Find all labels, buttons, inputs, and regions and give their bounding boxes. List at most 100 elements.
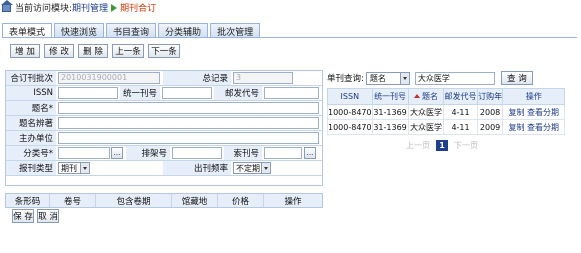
- type-label: 报刊类型: [6, 161, 56, 175]
- search-field-select[interactable]: 题名: [365, 71, 410, 85]
- call-picker-button[interactable]: ...: [304, 147, 316, 159]
- postal-field[interactable]: [264, 87, 319, 99]
- col-postal[interactable]: 邮发代号: [443, 88, 478, 105]
- form-row-batch: 合订刊批次 2010031900001 总记录 3: [6, 71, 322, 86]
- home-icon: [1, 0, 13, 12]
- cn-label: 统一刊号: [120, 86, 160, 100]
- type-select[interactable]: 期刊: [58, 162, 90, 174]
- breadcrumb-link[interactable]: 期刊管理: [72, 1, 108, 14]
- issn-label: ISSN: [6, 86, 56, 100]
- cancel-button[interactable]: 取 消: [37, 209, 59, 223]
- next-record-button[interactable]: 下一条: [148, 44, 180, 58]
- results-table: ISSN 统一刊号 题名 邮发代号 订购年 操作 1000-8470 31-13…: [327, 88, 565, 135]
- form-spacer: [6, 176, 322, 185]
- breadcrumb: 当前访问模块: 期刊管理 期刊合订: [1, 0, 157, 14]
- results-header-row: ISSN 统一刊号 题名 邮发代号 订购年 操作: [327, 88, 565, 105]
- delete-button[interactable]: 删 除: [78, 44, 108, 58]
- volume-grid-header: 条形码 卷号 包含卷期 馆藏地 价格 操作: [5, 193, 323, 208]
- cell-issn: 1000-8470: [327, 104, 373, 120]
- type-select-value: 期刊: [61, 163, 77, 173]
- pager: 上一页 1 下一页: [406, 140, 478, 151]
- form-row-issn: ISSN 统一刊号 邮发代号: [6, 86, 322, 101]
- current-page[interactable]: 1: [436, 140, 448, 151]
- edit-button[interactable]: 修 改: [44, 44, 74, 58]
- class-field[interactable]: [58, 147, 110, 159]
- sort-asc-icon: [413, 94, 420, 98]
- postal-label: 邮发代号: [214, 86, 262, 100]
- search-field-value: 题名: [369, 73, 386, 83]
- form-row-type: 报刊类型 期刊 出刊频率 不定期: [6, 161, 322, 176]
- view-issues-link[interactable]: 查看分期: [527, 123, 559, 132]
- cell-postal: 4-11: [443, 104, 478, 120]
- cell-title: 大众医学: [407, 119, 445, 135]
- tab-bar: 表单模式 快速浏览 书目查询 分类辅助 批次管理: [2, 23, 262, 38]
- table-row[interactable]: 1000-8470 31-1369 大众医学 4-11 2008 复制 查看分期: [327, 104, 565, 120]
- cell-cn: 31-1369: [371, 119, 409, 135]
- shelf-label: 排架号: [126, 146, 170, 160]
- tab-class-assist[interactable]: 分类辅助: [158, 23, 209, 38]
- freq-select[interactable]: 不定期: [233, 162, 271, 174]
- chevron-down-icon: [399, 72, 409, 84]
- issn-field[interactable]: [58, 87, 118, 99]
- copy-link[interactable]: 复制: [508, 123, 524, 132]
- publisher-label: 主办单位: [6, 131, 56, 145]
- tab-batch-manage[interactable]: 批次管理: [210, 23, 261, 38]
- form-actions: 保 存 取 消: [12, 209, 63, 223]
- cell-actions: 复制 查看分期: [502, 104, 565, 120]
- call-field[interactable]: [264, 147, 302, 159]
- total-field[interactable]: 3: [233, 72, 293, 84]
- total-label: 总记录: [163, 71, 231, 85]
- view-issues-link[interactable]: 查看分期: [527, 108, 559, 117]
- freq-select-value: 不定期: [236, 163, 260, 173]
- grid-col-price: 价格: [218, 194, 264, 207]
- copy-link[interactable]: 复制: [508, 108, 524, 117]
- class-label: 分类号*: [6, 146, 56, 160]
- class-picker-button[interactable]: ...: [111, 147, 123, 159]
- grid-col-location: 馆藏地: [172, 194, 218, 207]
- search-button[interactable]: 查 询: [500, 71, 533, 85]
- col-cn[interactable]: 统一刊号: [371, 88, 409, 105]
- col-year[interactable]: 订购年: [476, 88, 504, 105]
- call-label: 索刊号: [224, 146, 262, 160]
- tab-divider: [2, 37, 577, 38]
- cell-issn: 1000-8470: [327, 119, 373, 135]
- col-title[interactable]: 题名: [407, 88, 445, 105]
- breadcrumb-current: 期刊合订: [120, 4, 157, 14]
- next-page-link[interactable]: 下一页: [454, 140, 478, 151]
- cell-year: 2008: [476, 104, 504, 120]
- record-form: 合订刊批次 2010031900001 总记录 3 ISSN 统一刊号 邮发代号…: [5, 70, 323, 186]
- col-issn[interactable]: ISSN: [327, 88, 373, 105]
- form-row-publisher: 主办单位: [6, 131, 322, 146]
- prev-page-link[interactable]: 上一页: [406, 140, 430, 151]
- search-label: 单刊查询:: [327, 74, 364, 84]
- batch-label: 合订刊批次: [6, 71, 56, 85]
- toolbar: 增 加 修 改 删 除 上一条 下一条: [10, 44, 184, 58]
- search-input[interactable]: 大众医学: [414, 71, 495, 85]
- form-row-title: 题名*: [6, 101, 322, 116]
- shelf-field[interactable]: [172, 147, 222, 159]
- cn-field[interactable]: [162, 87, 212, 99]
- publisher-field[interactable]: [58, 132, 319, 144]
- title-resp-field[interactable]: [58, 117, 319, 129]
- add-button[interactable]: 增 加: [10, 44, 40, 58]
- title-resp-label: 题名辨著: [6, 116, 56, 130]
- cell-actions: 复制 查看分期: [502, 119, 565, 135]
- tab-quick-browse[interactable]: 快速浏览: [54, 23, 105, 38]
- cell-title: 大众医学: [407, 104, 445, 120]
- form-row-title-resp: 题名辨著: [6, 116, 322, 131]
- grid-col-barcode: 条形码: [6, 194, 50, 207]
- grid-col-issues: 包含卷期: [96, 194, 172, 207]
- prev-record-button[interactable]: 上一条: [112, 44, 144, 58]
- single-search-bar: 单刊查询: 题名 大众医学 查 询: [327, 71, 533, 85]
- table-row[interactable]: 1000-8470 31-1369 大众医学 4-11 2009 复制 查看分期: [327, 119, 565, 135]
- tab-form-mode[interactable]: 表单模式: [2, 23, 53, 38]
- col-title-label: 题名: [421, 92, 438, 101]
- batch-field[interactable]: 2010031900001: [58, 72, 160, 84]
- title-field[interactable]: [58, 102, 319, 114]
- cell-year: 2009: [476, 119, 504, 135]
- save-button[interactable]: 保 存: [12, 209, 34, 223]
- col-action: 操作: [502, 88, 565, 105]
- freq-label: 出刊频率: [163, 161, 231, 175]
- breadcrumb-prefix: 当前访问模块:: [15, 4, 73, 14]
- tab-catalog-search[interactable]: 书目查询: [106, 23, 157, 38]
